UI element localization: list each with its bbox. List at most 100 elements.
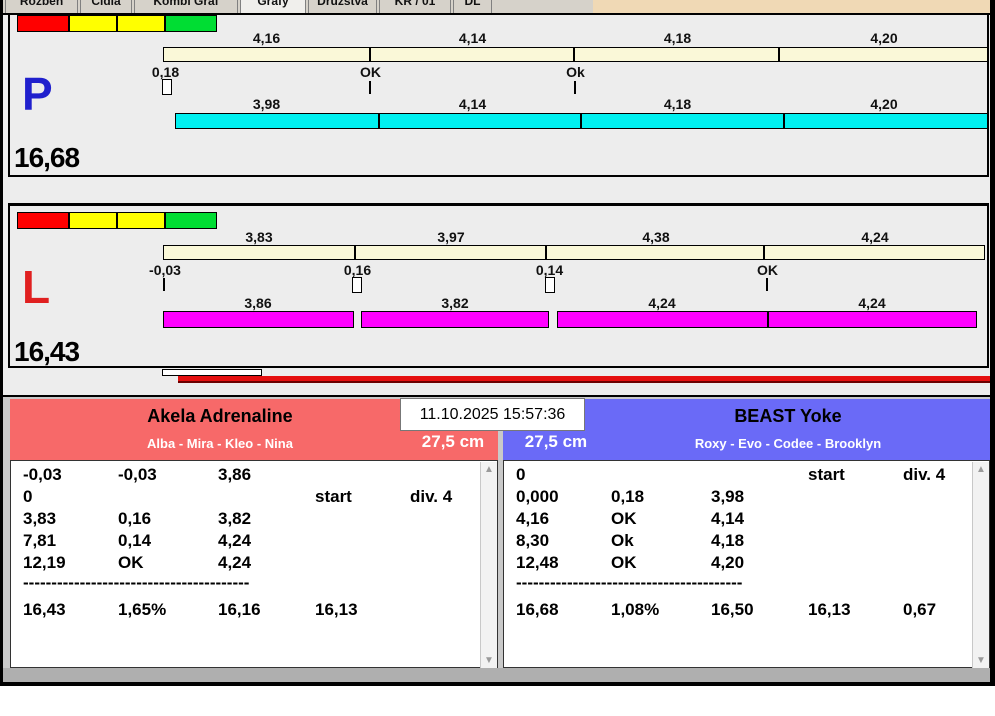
cell: 0 [23,487,33,506]
app-window: Rozběh Čidla Kombi Graf Grafy Družstva K… [0,0,995,716]
pass-mark: Ok [566,64,585,80]
window-border [0,682,995,686]
bar-segment [176,114,380,128]
cell: 8,30 [516,531,550,550]
bar-segment [379,114,582,128]
pass-box-icon [162,79,172,95]
bar-segment [575,48,780,61]
tab-grafy[interactable]: Grafy [240,0,306,13]
cell: 1,08% [611,600,660,619]
cell: -0,03 [23,465,62,484]
datetime-display: 11.10.2025 15:57:36 [400,398,585,431]
tab-cidla[interactable]: Čidla [80,0,132,13]
table-row: 0 start div. 4 [516,465,989,487]
lane-l-upper-bar [163,245,985,260]
pass-box-icon [352,277,362,293]
race-progress-bar [178,376,990,383]
scroll-up-icon[interactable]: ▲ [481,464,497,475]
bar-segment [779,48,987,61]
pass-mark: 0,18 [151,64,180,80]
bar-segment [164,48,371,61]
pass-mark: -0,03 [149,262,181,278]
cell: 0,18 [611,487,645,506]
bar-segment [764,246,984,259]
cell: 16,50 [711,600,754,619]
table-row: 0,000 0,18 3,98 [516,487,989,509]
lane-p-bottom-splits: 3,98 4,14 4,18 4,20 [163,96,988,112]
lane-l-dog-bar-segment [163,311,354,328]
lane-l-top-splits: 3,83 3,97 4,38 4,24 [163,229,985,245]
bar-segment [355,246,548,259]
cell: 3,83 [23,509,57,528]
pass-tick-icon [369,81,371,94]
lane-p-total: 16,68 [14,142,80,173]
cell: 3,82 [218,509,252,528]
tab-kombi-graf[interactable]: Kombi Graf [134,0,238,13]
scroll-down-icon[interactable]: ▼ [481,655,497,666]
light-yellow-icon [70,16,118,31]
cell: 16,43 [23,600,66,619]
cell: Ok [611,531,634,550]
tab-label: Čidla [91,0,121,8]
cell: 16,16 [218,600,261,619]
cell: 4,16 [516,509,550,528]
cell: 16,13 [315,600,358,619]
cell: 1,65% [118,600,167,619]
lane-p-top-splits: 4,16 4,14 4,18 4,20 [163,30,988,46]
team-left-name: Akela Adrenaline [147,406,293,426]
cell: 4,20 [711,553,745,572]
lane-l-dog-bar-segment [557,311,977,328]
lane-l-panel: L 3,83 3,97 4,38 4,24 -0,03 0,16 0,14 OK… [8,203,989,368]
tab-kr01[interactable]: KR / 01 [379,0,451,13]
table-separator: ---------------------------------------- [23,575,250,592]
tab-label: DL [464,0,481,8]
bar-segment [547,246,765,259]
light-red-icon [18,16,70,31]
cell: 0,14 [118,531,152,550]
split-value: 4,18 [663,30,692,46]
split-value: 4,16 [252,30,281,46]
desktop-strip [593,0,990,13]
cell: 0,000 [516,487,559,506]
bar-divider [767,312,769,327]
cell: 3,98 [711,487,745,506]
split-value: 4,14 [458,30,487,46]
cell: OK [118,553,144,572]
table-row: 12,19 OK 4,24 [23,553,497,575]
table-row: 3,83 0,16 3,82 [23,509,497,531]
window-border [0,0,3,686]
cell: start [315,487,352,506]
split-value: 4,24 [858,295,886,311]
light-red-icon [18,213,70,228]
tab-rozbeh[interactable]: Rozběh [5,0,78,13]
scrollbar[interactable]: ▲ ▼ [972,462,989,668]
results-table-left: -0,03 -0,03 3,86 0 start div. 4 3,83 0,16 3,82… [10,460,498,668]
scrollbar[interactable]: ▲ ▼ [480,462,497,668]
split-value: 3,83 [245,229,273,245]
light-green-icon [166,16,216,31]
split-value: 4,24 [648,295,676,311]
pass-mark: OK [360,64,381,80]
team-right-dogs: Roxy - Evo - Codee - Brooklyn [694,436,882,451]
scroll-up-icon[interactable]: ▲ [973,464,989,475]
cell: 12,19 [23,553,66,572]
lane-p-dog-bar [175,113,988,129]
bar-segment [784,114,987,128]
scroll-down-icon[interactable]: ▼ [973,655,989,666]
light-yellow-icon [118,213,166,228]
cell: 16,68 [516,600,559,619]
table-row: -0,03 -0,03 3,86 [23,465,497,487]
window-border [990,0,995,686]
split-value: 4,20 [870,30,898,46]
team-left-jump-height: 27,5 cm [421,432,485,451]
cell: 7,81 [23,531,57,550]
team-left-dogs: Alba - Mira - Kleo - Nina [147,436,293,451]
cell: 4,24 [218,553,252,572]
lane-p-letter: P [22,68,53,120]
tab-druzstva[interactable]: Družstva [308,0,377,13]
tab-dl[interactable]: DL [453,0,492,13]
table-totals-row: 16,68 1,08% 16,50 16,13 0,67 [516,595,989,621]
lane-p-panel: P 4,16 4,14 4,18 4,20 0,18 OK Ok 3,98 4,… [8,15,989,177]
bar-segment [582,114,785,128]
cell: OK [611,553,637,572]
